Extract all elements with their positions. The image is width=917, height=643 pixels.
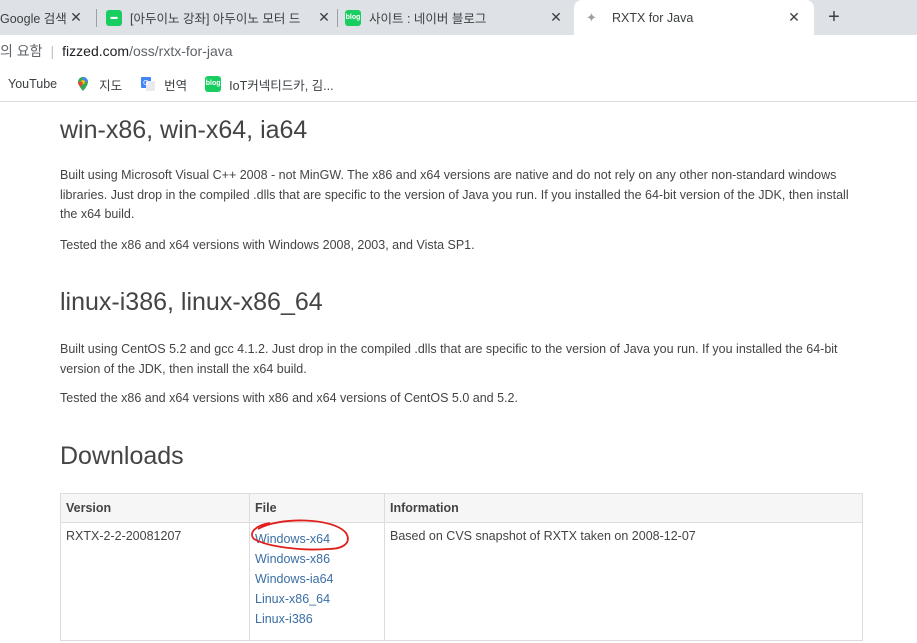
tab-arduino[interactable]: ▬ [아두이노 강좌] 아두이노 모터 드 ✕ [106, 0, 338, 35]
new-tab-button[interactable]: + [823, 6, 845, 28]
bookmark-label: IoT커넥티드카, 김... [229, 78, 334, 93]
close-icon[interactable]: ✕ [68, 9, 84, 26]
bookmark-translate[interactable]: G 번역 [140, 75, 187, 94]
bookmark-label: YouTube [8, 77, 58, 91]
table-row: RXTX-2-2-20081207 Windows-x64 Windows-x8… [60, 519, 863, 641]
address-prefix: 의 요함 [0, 43, 43, 59]
close-icon[interactable]: ✕ [548, 9, 564, 26]
table-header-row: Version File Information [60, 493, 863, 523]
downloads-table: Version File Information RXTX-2-2-200812… [60, 493, 863, 641]
close-icon[interactable]: ✕ [786, 9, 802, 26]
download-link-windows-x86[interactable]: Windows-x86 [255, 549, 379, 569]
tab-bar: Google 검색 ✕ ▬ [아두이노 강좌] 아두이노 모터 드 ✕ blog… [0, 0, 917, 35]
maps-icon [75, 76, 91, 92]
address-domain: fizzed.com [62, 43, 130, 59]
address-divider: | [50, 43, 55, 59]
translate-icon: G [140, 76, 156, 92]
section-heading-windows: win-x86, win-x64, ia64 [60, 116, 308, 144]
file-cell: Windows-x64 Windows-x86 Windows-ia64 Lin… [249, 519, 385, 641]
address-bar[interactable]: 의 요함 | fizzed.com/oss/rxtx-for-java [0, 35, 917, 67]
section-heading-linux: linux-i386, linux-x86_64 [60, 288, 323, 316]
tab-title: [아두이노 강좌] 아두이노 모터 드 [130, 12, 301, 26]
tab-separator [96, 9, 97, 27]
bookmark-label: 지도 [99, 78, 123, 93]
tab-naver-blog[interactable]: blog 사이트 : 네이버 블로그 ✕ [345, 0, 570, 35]
paragraph: Built using CentOS 5.2 and gcc 4.1.2. Ju… [60, 342, 838, 376]
tab-separator [337, 9, 338, 27]
tab-title: Google 검색 [0, 12, 67, 26]
download-link-linux-x86_64[interactable]: Linux-x86_64 [255, 589, 379, 609]
column-header-version: Version [60, 493, 250, 523]
tab-rxtx[interactable]: ✦ RXTX for Java ✕ [574, 0, 814, 35]
paragraph: Tested the x86 and x64 versions with x86… [60, 391, 518, 405]
blog-icon: blog [205, 76, 222, 92]
tab-title: 사이트 : 네이버 블로그 [369, 12, 487, 26]
download-link-windows-x64[interactable]: Windows-x64 [255, 529, 379, 549]
column-header-information: Information [384, 493, 863, 523]
download-link-windows-ia64[interactable]: Windows-ia64 [255, 569, 379, 589]
paragraph: Tested the x86 and x64 versions with Win… [60, 238, 475, 252]
blog-icon: blog [345, 9, 361, 26]
tab-title: RXTX for Java [612, 10, 694, 25]
version-cell: RXTX-2-2-20081207 [60, 522, 250, 641]
download-link-linux-i386[interactable]: Linux-i386 [255, 609, 379, 629]
bookmarks-bar: YouTube 지도 G 번역 blog IoT커넥티드카, 김... [0, 67, 917, 102]
paragraph: Built using Microsoft Visual C++ 2008 - … [60, 168, 849, 221]
blog-icon: ▬ [106, 9, 122, 26]
bookmark-youtube[interactable]: YouTube [0, 76, 57, 92]
bookmark-label: 번역 [164, 78, 188, 93]
globe-icon: ✦ [586, 9, 597, 25]
svg-text:G: G [143, 79, 148, 87]
bookmark-maps[interactable]: 지도 [75, 75, 122, 94]
column-header-file: File [249, 493, 385, 523]
downloads-heading: Downloads [60, 442, 184, 470]
tab-google[interactable]: Google 검색 ✕ [0, 0, 92, 35]
bookmark-iot-blog[interactable]: blog IoT커넥티드카, 김... [205, 75, 334, 94]
close-icon[interactable]: ✕ [316, 9, 332, 26]
information-cell: Based on CVS snapshot of RXTX taken on 2… [384, 522, 863, 641]
address-path: /oss/rxtx-for-java [129, 43, 233, 59]
